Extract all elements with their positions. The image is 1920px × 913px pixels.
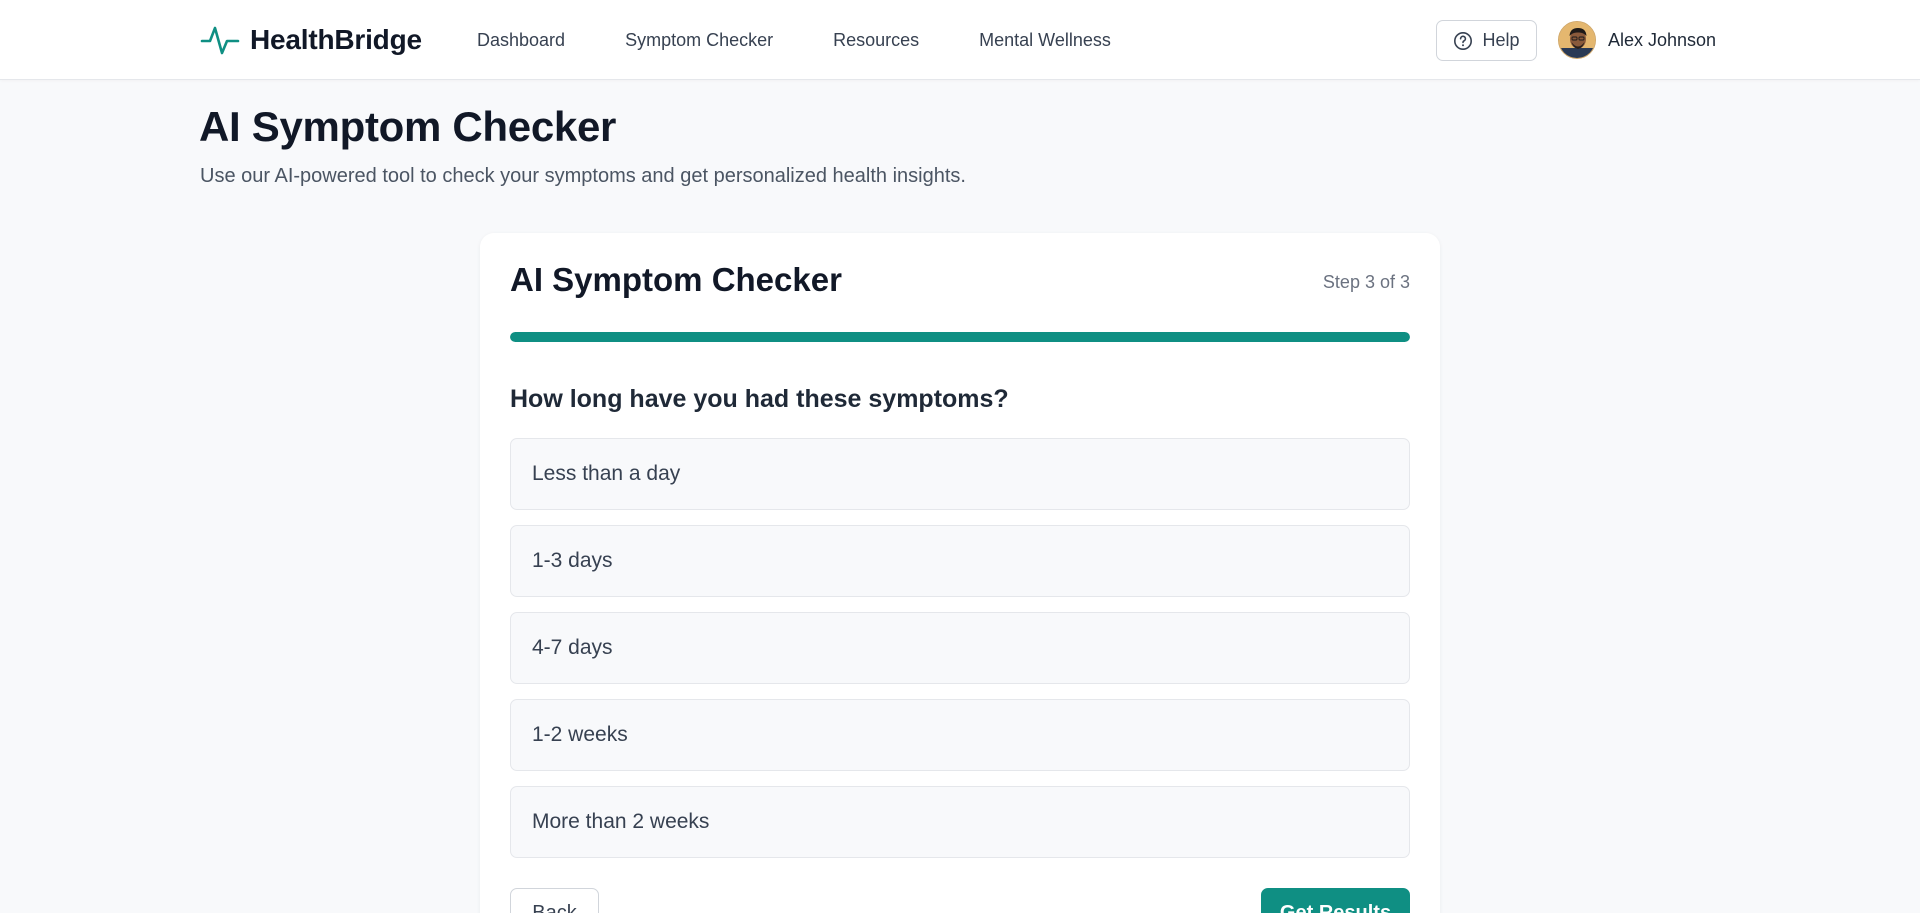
- user-menu[interactable]: Alex Johnson: [1558, 20, 1716, 60]
- progress-fill: [510, 332, 1410, 342]
- help-button[interactable]: Help: [1436, 20, 1537, 61]
- option-less-than-a-day[interactable]: Less than a day: [510, 438, 1410, 510]
- nav-item-symptom-checker[interactable]: Symptom Checker: [625, 30, 773, 51]
- main-nav: Dashboard Symptom Checker Resources Ment…: [477, 0, 1171, 80]
- symptom-checker-card: AI Symptom Checker Step 3 of 3 How long …: [480, 233, 1440, 913]
- page-subtitle: Use our AI-powered tool to check your sy…: [200, 165, 966, 187]
- nav-item-resources[interactable]: Resources: [833, 30, 919, 51]
- duration-options: Less than a day 1-3 days 4-7 days 1-2 we…: [510, 438, 1410, 873]
- option-4-7-days[interactable]: 4-7 days: [510, 612, 1410, 684]
- option-more-than-2-weeks[interactable]: More than 2 weeks: [510, 786, 1410, 858]
- user-avatar-image: [1559, 22, 1595, 58]
- back-button[interactable]: Back: [510, 888, 599, 913]
- user-name: Alex Johnson: [1608, 29, 1717, 50]
- nav-item-mental-wellness[interactable]: Mental Wellness: [979, 30, 1111, 51]
- help-label: Help: [1482, 30, 1520, 50]
- option-1-3-days[interactable]: 1-3 days: [510, 525, 1410, 597]
- brand-logo[interactable]: HealthBridge: [200, 20, 422, 60]
- get-results-button[interactable]: Get Results: [1261, 888, 1410, 913]
- page-title: AI Symptom Checker: [199, 103, 617, 150]
- card-title: AI Symptom Checker: [510, 261, 842, 298]
- heartbeat-pulse-icon: [200, 26, 240, 55]
- step-indicator: Step 3 of 3: [1322, 272, 1410, 292]
- question-text: How long have you had these symptoms?: [510, 385, 1009, 413]
- avatar[interactable]: [1558, 21, 1596, 59]
- progress-bar: [510, 332, 1410, 342]
- help-circle-icon: [1454, 31, 1473, 50]
- top-header: HealthBridge Dashboard Symptom Checker R…: [0, 0, 1920, 80]
- option-1-2-weeks[interactable]: 1-2 weeks: [510, 699, 1410, 771]
- brand-name: HealthBridge: [250, 24, 422, 55]
- nav-item-dashboard[interactable]: Dashboard: [477, 30, 565, 51]
